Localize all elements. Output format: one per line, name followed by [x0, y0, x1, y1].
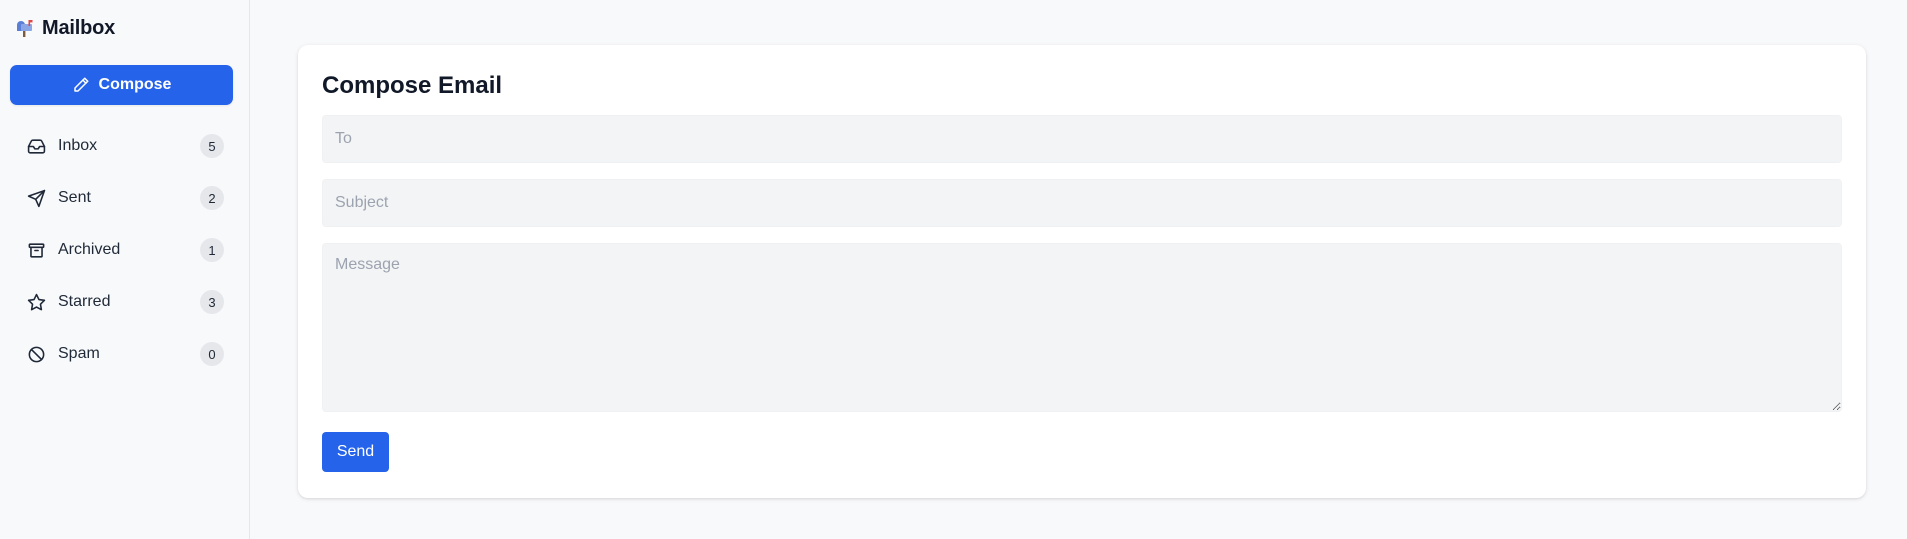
- send-button[interactable]: Send: [322, 432, 389, 472]
- app: Mailbox Compose Inbox 5 Sent 2 Archived …: [0, 0, 1907, 539]
- sidebar-item-inbox[interactable]: Inbox 5: [10, 120, 239, 172]
- sidebar-item-label: Archived: [58, 241, 121, 258]
- archive-icon: [26, 240, 46, 260]
- count-badge: 2: [200, 186, 224, 210]
- message-textarea[interactable]: [322, 243, 1842, 412]
- count-badge: 5: [200, 134, 224, 158]
- ban-icon: [26, 344, 46, 364]
- compose-button[interactable]: Compose: [10, 65, 233, 105]
- send-icon: [26, 188, 46, 208]
- compose-button-label: Compose: [98, 76, 172, 93]
- sidebar-item-label: Starred: [58, 293, 111, 310]
- mailbox-icon: [14, 18, 34, 38]
- to-input[interactable]: [322, 115, 1842, 163]
- compose-card: Compose Email Send: [298, 45, 1866, 498]
- sidebar-item-spam[interactable]: Spam 0: [10, 328, 239, 380]
- star-icon: [26, 292, 46, 312]
- count-badge: 3: [200, 290, 224, 314]
- sidebar-item-sent[interactable]: Sent 2: [10, 172, 239, 224]
- sidebar-item-label: Inbox: [58, 137, 98, 154]
- app-title: Mailbox: [42, 16, 116, 39]
- sidebar: Mailbox Compose Inbox 5 Sent 2 Archived …: [0, 0, 250, 539]
- brand: Mailbox: [10, 14, 239, 42]
- page-title: Compose Email: [322, 72, 503, 99]
- pencil-icon: [72, 76, 90, 94]
- subject-input[interactable]: [322, 179, 1842, 227]
- count-badge: 1: [200, 238, 224, 262]
- sidebar-item-label: Spam: [58, 345, 100, 362]
- count-badge: 0: [200, 342, 224, 366]
- sidebar-item-starred[interactable]: Starred 3: [10, 276, 239, 328]
- folder-nav: Inbox 5 Sent 2 Archived 1 Starred 3 Spam…: [10, 120, 239, 380]
- inbox-icon: [26, 136, 46, 156]
- main-content: Compose Email Send: [250, 0, 1907, 539]
- sidebar-item-label: Sent: [58, 189, 91, 206]
- sidebar-item-archived[interactable]: Archived 1: [10, 224, 239, 276]
